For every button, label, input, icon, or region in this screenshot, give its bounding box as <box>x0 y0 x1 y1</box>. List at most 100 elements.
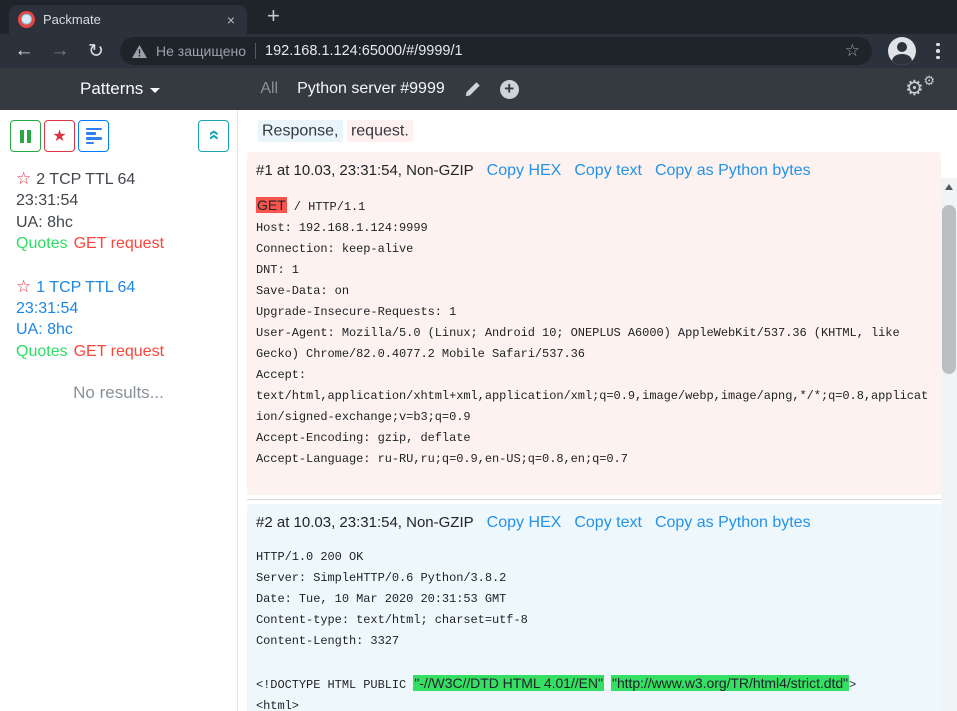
code-line: Host: 192.168.1.124:9999 <box>256 218 932 239</box>
stream-item[interactable]: ☆ 1 TCP TTL 64 23:31:54UA: 8hc Quotes GET re… <box>0 276 237 363</box>
stream-item-ua: UA: 8hc <box>16 319 237 340</box>
code-line: Upgrade-Insecure-Requests: 1 <box>256 302 932 323</box>
packet-body: GET / HTTP/1.1Host: 192.168.1.124:9999Co… <box>256 195 932 470</box>
tab-all-streams[interactable]: All <box>260 80 278 98</box>
packet-meta: #1 at 10.03, 23:31:54, Non-GZIP <box>256 160 474 182</box>
copy-text-link[interactable]: Copy text <box>574 512 642 534</box>
packet-header: #2 at 10.03, 23:31:54, Non-GZIPCopy HEXC… <box>256 512 932 534</box>
copy-as-python-bytes-link[interactable]: Copy as Python bytes <box>655 512 811 534</box>
no-results-label: No results... <box>0 383 237 403</box>
highlight-green: "-//W3C//DTD HTML 4.01//EN" <box>413 675 604 691</box>
url-separator <box>255 43 256 59</box>
copy-text-link[interactable]: Copy text <box>574 160 642 182</box>
edit-pencil-icon[interactable] <box>464 81 481 98</box>
chevron-down-icon <box>150 88 160 93</box>
highlight-red: GET <box>256 197 287 213</box>
double-chevron-up-icon: « <box>202 129 224 140</box>
browser-toolbar: ← → ↻ Не защищено 192.168.1.124:65000/#/… <box>0 34 957 68</box>
stream-item-title-text: 1 TCP TTL 64 <box>36 279 135 296</box>
scrollbar-thumb[interactable] <box>942 205 956 374</box>
stream-tag-quotes: Quotes <box>16 235 68 252</box>
code-line: DNT: 1 <box>256 260 932 281</box>
text-view-button[interactable] <box>78 120 109 152</box>
code-line: Gecko) Chrome/82.0.4077.2 Mobile Safari/… <box>256 344 932 365</box>
code-line: Accept-Encoding: gzip, deflate <box>256 428 932 449</box>
address-bar[interactable]: Не защищено 192.168.1.124:65000/#/9999/1… <box>120 37 872 65</box>
collapse-sidebar-button[interactable]: « <box>198 120 229 152</box>
page-scrollbar[interactable] <box>941 178 957 711</box>
code-line: User-Agent: Mozilla/5.0 (Linux; Android … <box>256 323 932 344</box>
stream-tag-quotes: Quotes <box>16 343 68 360</box>
new-tab-button[interactable]: + <box>267 3 280 29</box>
stream-item-title: ☆2 TCP TTL 64 <box>16 168 237 190</box>
not-secure-warning-icon[interactable] <box>132 45 147 58</box>
packet-list: #1 at 10.03, 23:31:54, Non-GZIP Copy HEX C… <box>247 152 941 711</box>
patterns-label: Patterns <box>80 79 143 99</box>
bookmark-star-icon[interactable]: ☆ <box>845 41 860 61</box>
reload-icon[interactable]: ↻ <box>84 40 108 63</box>
pause-capture-button[interactable] <box>10 120 41 152</box>
stream-list: ☆2 TCP TTL 6423:31:54UA: 8hcQuotesGET re… <box>0 168 237 362</box>
favorite-star-icon[interactable]: ☆ <box>16 169 31 188</box>
stream-sidebar: ★ « ☆2 TCP TTL 6423:31:54UA: 8hcQuotesGE… <box>0 110 238 711</box>
profile-avatar[interactable] <box>888 37 916 65</box>
tab-title: Packmate <box>43 12 216 27</box>
code-line <box>256 652 932 673</box>
avatar-head <box>897 42 907 52</box>
avatar-body <box>892 54 912 65</box>
code-line: Save-Data: on <box>256 281 932 302</box>
stream-item-tags: Quotes GET request <box>16 233 237 254</box>
sidebar-toolbar: ★ « <box>0 110 237 152</box>
header-tabs: All Python server #9999 + <box>260 80 518 99</box>
browser-tab[interactable]: Packmate × <box>9 5 247 34</box>
packet-card-request: #1 at 10.03, 23:31:54, Non-GZIP Copy HEX C… <box>247 152 941 495</box>
stream-item-ua: UA: 8hc <box>16 212 237 233</box>
copy-hex-link[interactable]: Copy HEX <box>487 512 562 534</box>
forward-icon[interactable]: → <box>48 40 72 62</box>
stream-item-time: 23:31:54 <box>16 190 237 211</box>
code-line: ion/signed-exchange;v=b3;q=0.9 <box>256 407 932 428</box>
not-secure-label[interactable]: Не защищено <box>156 43 246 59</box>
back-icon[interactable]: ← <box>12 40 36 62</box>
patterns-dropdown[interactable]: Patterns <box>80 79 160 99</box>
stream-item-title: ☆ 1 TCP TTL 64 <box>16 276 237 298</box>
code-line: Server: SimpleHTTP/0.6 Python/3.8.2 <box>256 568 932 589</box>
copy-as-python-bytes-link[interactable]: Copy as Python bytes <box>655 160 811 182</box>
add-pattern-icon[interactable]: + <box>500 80 519 99</box>
packet-card-response: #2 at 10.03, 23:31:54, Non-GZIPCopy HEXC… <box>247 504 941 711</box>
code-line: GET / HTTP/1.1 <box>256 195 932 218</box>
packet-view: Response, request. #1 at 10.03, 23:31:54… <box>238 110 957 711</box>
code-line: HTTP/1.0 200 OK <box>256 547 932 568</box>
code-line: <!DOCTYPE HTML PUBLIC "-//W3C//DTD HTML … <box>256 673 932 696</box>
packet-separator <box>247 499 941 500</box>
code-line: Accept: <box>256 365 932 386</box>
packet-header: #1 at 10.03, 23:31:54, Non-GZIP Copy HEX C… <box>256 160 932 182</box>
highlight-green: "http://www.w3.org/TR/html4/strict.dtd" <box>611 675 849 691</box>
star-icon: ★ <box>52 126 66 146</box>
packet-body: HTTP/1.0 200 OKServer: SimpleHTTP/0.6 Py… <box>256 547 932 711</box>
page: ★ « ☆2 TCP TTL 6423:31:54UA: 8hcQuotesGE… <box>0 110 957 711</box>
summary-chip-request: request. <box>347 120 413 142</box>
stream-tag-get-request: GET request <box>74 343 164 360</box>
scroll-up-arrow-icon[interactable] <box>941 180 957 194</box>
code-line: Connection: keep-alive <box>256 239 932 260</box>
tab-close-icon[interactable]: × <box>224 12 238 28</box>
code-line: Content-Length: 3327 <box>256 631 932 652</box>
url-text[interactable]: 192.168.1.124:65000/#/9999/1 <box>265 43 836 59</box>
favorite-star-icon[interactable]: ☆ <box>16 277 31 296</box>
stream-item-tags: Quotes GET request <box>16 341 237 362</box>
app-header: Patterns All Python server #9999 + ⚙ ⚙ <box>0 68 957 110</box>
stream-item[interactable]: ☆2 TCP TTL 6423:31:54UA: 8hc Quotes GET re… <box>0 168 237 255</box>
copy-hex-link[interactable]: Copy HEX <box>487 160 562 182</box>
stream-item-time: 23:31:54 <box>16 298 237 319</box>
code-line: Content-type: text/html; charset=utf-8 <box>256 610 932 631</box>
tab-current-pattern[interactable]: Python server #9999 <box>297 80 445 98</box>
code-line: <html> <box>256 696 932 711</box>
stream-summary: Response, request. <box>258 122 941 140</box>
settings-gears-icon[interactable]: ⚙ ⚙ <box>905 76 935 102</box>
browser-tabstrip: Packmate × + <box>0 0 957 34</box>
browser-menu-icon[interactable] <box>932 39 944 64</box>
favorites-filter-button[interactable]: ★ <box>44 120 75 152</box>
code-line: text/html,application/xhtml+xml,applicat… <box>256 386 932 407</box>
stream-tag-get-request: GET request <box>74 235 164 252</box>
